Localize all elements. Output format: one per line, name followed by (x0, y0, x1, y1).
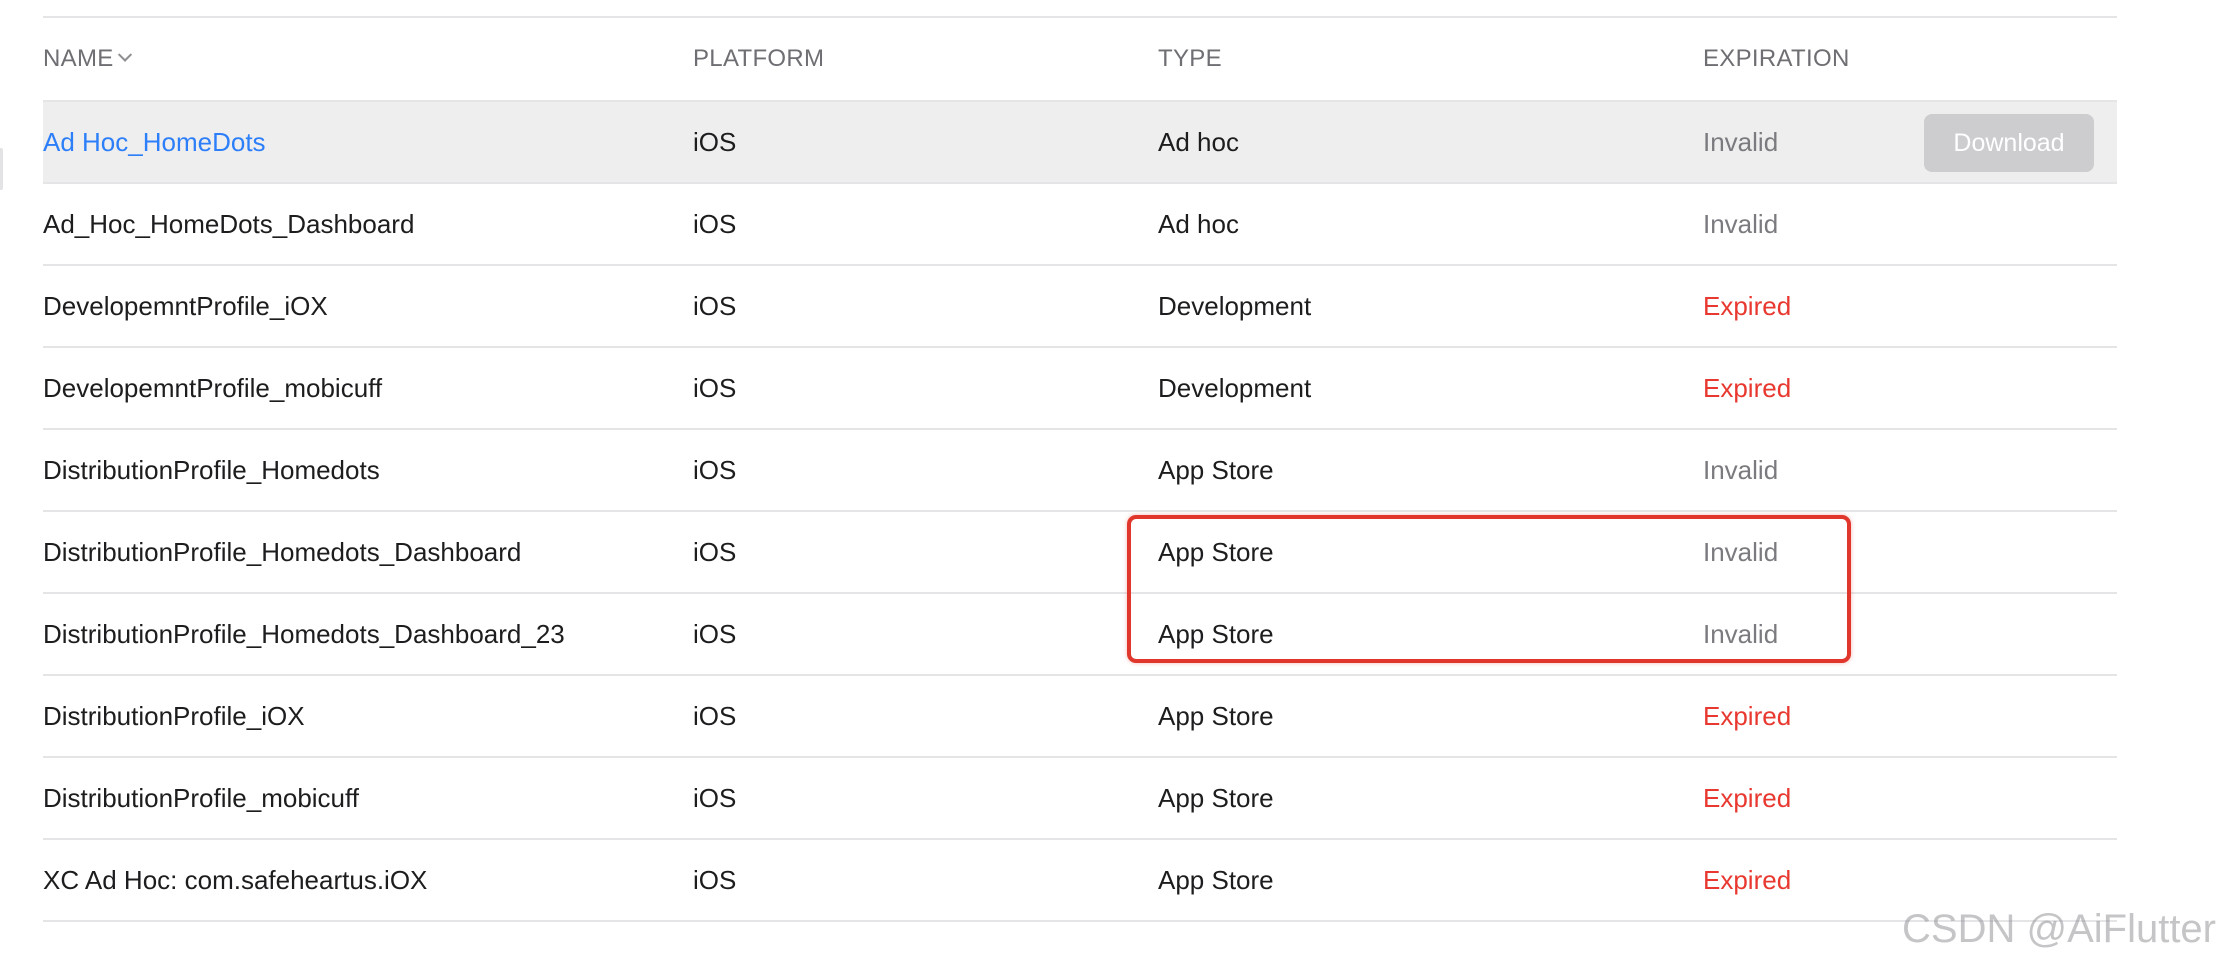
profile-name: Ad_Hoc_HomeDots_Dashboard (43, 208, 415, 239)
table-row[interactable]: DistributionProfile_Homedots_Dashboard i… (43, 512, 2117, 594)
platform-cell: iOS (693, 372, 737, 403)
profile-name: DistributionProfile_iOX (43, 700, 305, 731)
table-row[interactable]: Ad Hoc_HomeDots iOS Ad hoc Invalid Downl… (43, 102, 2117, 184)
platform-cell: iOS (693, 454, 737, 485)
expiration-cell: Invalid (1703, 208, 1779, 239)
platform-cell: iOS (693, 126, 737, 157)
header-platform: PLATFORM (693, 45, 825, 72)
profile-name: DistributionProfile_Homedots (43, 454, 380, 485)
expiration-cell: Invalid (1703, 126, 1779, 157)
expiration-cell: Expired (1703, 700, 1792, 731)
expiration-cell: Expired (1703, 372, 1792, 403)
profiles-table: NAME PLATFORM TYPE EXPIRATION Ad Hoc_Hom… (43, 18, 2117, 922)
type-cell: App Store (1158, 536, 1274, 567)
profile-name-link[interactable]: Ad Hoc_HomeDots (43, 102, 266, 182)
table-header: NAME PLATFORM TYPE EXPIRATION (43, 18, 2117, 102)
platform-cell: iOS (693, 208, 737, 239)
type-cell: Development (1158, 372, 1312, 403)
table-row[interactable]: DevelopemntProfile_mobicuff iOS Developm… (43, 348, 2117, 430)
type-cell: App Store (1158, 864, 1274, 895)
expiration-cell: Expired (1703, 782, 1792, 813)
profile-name: DevelopemntProfile_mobicuff (43, 372, 383, 403)
profile-name: XC Ad Hoc: com.safeheartus.iOX (43, 864, 428, 895)
platform-cell: iOS (693, 700, 737, 731)
header-type: TYPE (1158, 45, 1222, 72)
table-row[interactable]: DistributionProfile_mobicuff iOS App Sto… (43, 758, 2117, 840)
platform-cell: iOS (693, 864, 737, 895)
type-cell: App Store (1158, 454, 1274, 485)
profile-name: DistributionProfile_Homedots_Dashboard (43, 536, 522, 567)
type-cell: App Store (1158, 618, 1274, 649)
chevron-down-icon[interactable] (117, 47, 132, 62)
expiration-cell: Invalid (1703, 536, 1779, 567)
table-row[interactable]: DistributionProfile_Homedots iOS App Sto… (43, 430, 2117, 512)
platform-cell: iOS (693, 782, 737, 813)
type-cell: Ad hoc (1158, 208, 1239, 239)
table-row[interactable]: DistributionProfile_Homedots_Dashboard_2… (43, 594, 2117, 676)
type-cell: Development (1158, 290, 1312, 321)
table-row[interactable]: XC Ad Hoc: com.safeheartus.iOX iOS App S… (43, 840, 2117, 922)
table-row[interactable]: Ad_Hoc_HomeDots_Dashboard iOS Ad hoc Inv… (43, 184, 2117, 266)
expiration-cell: Expired (1703, 864, 1792, 895)
table-row[interactable]: DevelopemntProfile_iOX iOS Development E… (43, 266, 2117, 348)
left-edge-handle (0, 148, 3, 190)
profile-name: DistributionProfile_mobicuff (43, 782, 359, 813)
header-expiration: EXPIRATION (1703, 45, 1850, 72)
expiration-cell: Expired (1703, 290, 1792, 321)
header-name[interactable]: NAME (43, 18, 132, 100)
table-row[interactable]: DistributionProfile_iOX iOS App Store Ex… (43, 676, 2117, 758)
header-name-label: NAME (43, 45, 114, 72)
profile-name: DistributionProfile_Homedots_Dashboard_2… (43, 618, 565, 649)
type-cell: App Store (1158, 700, 1274, 731)
expiration-cell: Invalid (1703, 454, 1779, 485)
download-button[interactable]: Download (1924, 114, 2094, 172)
platform-cell: iOS (693, 536, 737, 567)
expiration-cell: Invalid (1703, 618, 1779, 649)
platform-cell: iOS (693, 618, 737, 649)
platform-cell: iOS (693, 290, 737, 321)
profile-name: DevelopemntProfile_iOX (43, 290, 328, 321)
type-cell: Ad hoc (1158, 126, 1239, 157)
type-cell: App Store (1158, 782, 1274, 813)
watermark: CSDN @AiFlutter (1902, 907, 2216, 951)
